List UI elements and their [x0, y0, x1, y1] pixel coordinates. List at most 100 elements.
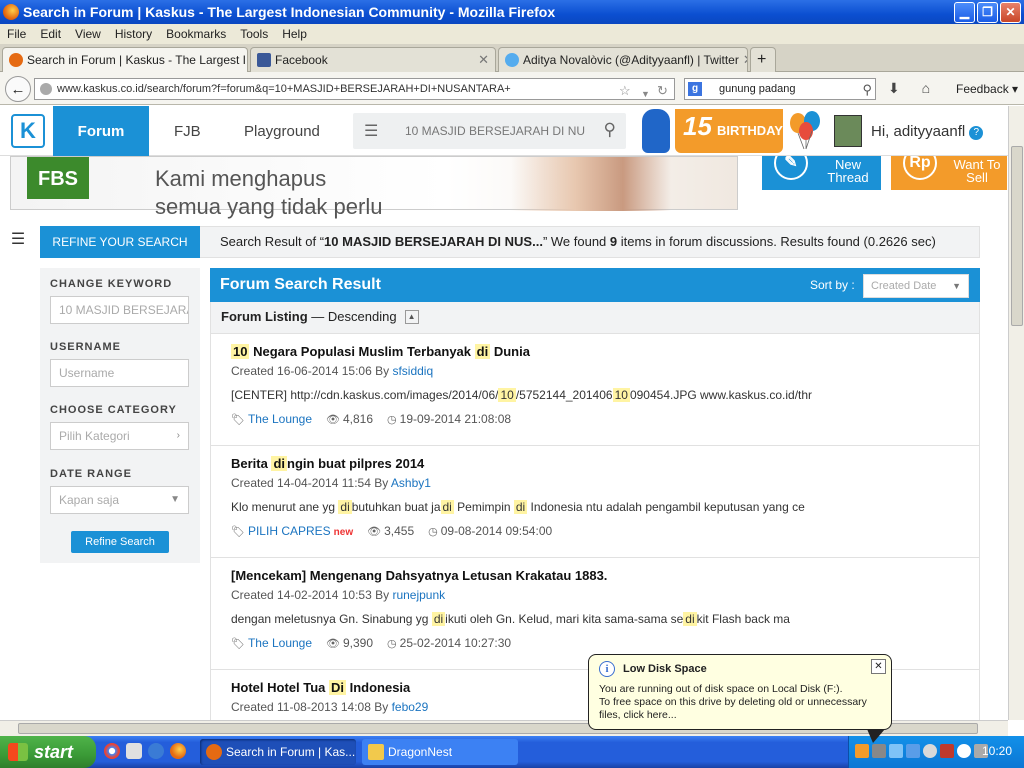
new-tab-button[interactable]: +	[750, 47, 776, 72]
text-part: kit Flash back ma	[696, 612, 790, 626]
tab-kaskus[interactable]: Search in Forum | Kaskus - The Largest I…	[2, 47, 248, 72]
tray-disk-icon[interactable]	[872, 744, 886, 758]
list-icon[interactable]: ☰	[364, 121, 378, 141]
menu-bookmarks[interactable]: Bookmarks	[159, 27, 233, 41]
url-bar[interactable]: www.kaskus.co.id/search/forum?f=forum&q=…	[34, 78, 675, 100]
task-dragonnest[interactable]: DragonNest	[362, 739, 518, 765]
text-part: ngin buat pilpres 2014	[287, 456, 425, 471]
history-dropdown-icon[interactable]: ▼	[641, 84, 650, 104]
minimize-button[interactable]: ▁	[954, 1, 975, 23]
date-range-label: DATE RANGE	[50, 468, 132, 480]
date-range-select[interactable]: Kapan saja ▼	[50, 486, 189, 514]
home-icon[interactable]: ⌂	[922, 80, 930, 96]
vertical-scrollbar[interactable]	[1008, 106, 1024, 720]
view-count: 👁 3,455	[367, 524, 414, 538]
nav-fjb[interactable]: FJB	[174, 106, 201, 156]
result-title[interactable]: Berita di ngin buat pilpres 2014	[231, 456, 979, 475]
username-input[interactable]: Username	[50, 359, 189, 387]
want-to-sell-button[interactable]: Rp Want To Sell	[891, 146, 1007, 190]
menu-edit[interactable]: Edit	[33, 27, 68, 41]
search-icon[interactable]: ⚲	[604, 120, 616, 140]
google-icon[interactable]: g	[688, 82, 702, 96]
firefox-icon[interactable]	[170, 743, 186, 759]
reload-icon[interactable]: ↻	[657, 81, 668, 101]
low-disk-notification[interactable]: i Low Disk Space ✕ You are running out o…	[588, 654, 892, 743]
chrome-icon[interactable]	[104, 743, 120, 759]
result-meta: Created 14-02-2014 10:53 By runejpunk	[231, 588, 979, 604]
refine-search-button[interactable]: Refine Search	[71, 531, 169, 553]
list-toggle-icon[interactable]: ☰	[4, 224, 32, 256]
restore-button[interactable]: ❐	[977, 1, 998, 23]
keyword-input[interactable]: 10 MASJID BERSEJARAH DI NUSANTARA	[50, 296, 189, 324]
site-identity-icon[interactable]	[40, 83, 52, 95]
birthday-badge[interactable]: 15 BIRTHDAY	[675, 109, 783, 153]
search-icon[interactable]: ⚲	[862, 80, 872, 100]
author-link[interactable]: runejpunk	[392, 588, 445, 602]
back-button[interactable]: ←	[5, 76, 31, 102]
collapse-icon[interactable]: ▲	[404, 310, 419, 324]
text-part: dengan meletusnya Gn. Sinabung yg	[231, 612, 432, 626]
notification-line2[interactable]: To free space on this drive by deleting …	[599, 696, 887, 722]
info-icon: i	[599, 661, 615, 677]
web-search-box[interactable]: g gunung padang ⚲	[684, 78, 876, 100]
highlight: Di	[328, 680, 346, 695]
nav-playground[interactable]: Playground	[244, 106, 320, 156]
menu-help[interactable]: Help	[275, 27, 314, 41]
view-count-value: 3,455	[384, 524, 415, 538]
tray-monitor-icon[interactable]	[906, 744, 920, 758]
page-content: K Forum FJB Playground ☰ 10 MASJID BERSE…	[0, 106, 1008, 720]
url-text: www.kaskus.co.id/search/forum?f=forum&q=…	[57, 83, 511, 95]
tray-panda-icon[interactable]	[957, 744, 971, 758]
author-link[interactable]: febo29	[392, 700, 429, 714]
menu-history[interactable]: History	[108, 27, 159, 41]
category-link[interactable]: The Lounge	[248, 636, 312, 650]
menu-file[interactable]: File	[0, 27, 33, 41]
refine-search-tab[interactable]: REFINE YOUR SEARCH	[40, 226, 200, 258]
eye-icon: 👁	[367, 526, 382, 538]
text-part: ikuti oleh Gn. Kelud, mari kita sama-sam…	[445, 612, 684, 626]
tray-network-icon[interactable]	[889, 744, 903, 758]
last-post-value: 09-08-2014 09:54:00	[440, 524, 553, 538]
user-greeting[interactable]: Hi, adityyaanfl?	[871, 123, 984, 140]
bookmark-star-icon[interactable]: ☆	[619, 81, 631, 101]
kaskus-logo[interactable]: K	[11, 114, 45, 148]
highlight: 10	[231, 344, 250, 359]
start-button[interactable]: start	[0, 736, 96, 768]
close-button[interactable]: ✕	[1000, 1, 1021, 23]
site-search-input[interactable]: 10 MASJID BERSEJARAH DI NUSANTARA	[405, 124, 585, 138]
notification-line1: You are running out of disk space on Loc…	[599, 683, 843, 695]
highlight: di	[271, 456, 288, 471]
category-select[interactable]: Pilih Kategori ›	[50, 422, 189, 450]
help-icon[interactable]: ?	[969, 126, 984, 140]
category-link[interactable]: The Lounge	[248, 412, 312, 426]
ie-icon[interactable]	[148, 743, 164, 759]
tab-twitter[interactable]: Aditya Novalòvic (@Adityyaanfl) | Twitte…	[498, 47, 748, 72]
close-icon[interactable]: ✕	[871, 659, 886, 674]
ad-banner[interactable]: FBS Kami menghapus semua yang tidak perl…	[10, 156, 738, 219]
feedback-button[interactable]: Feedback ▾	[956, 82, 1018, 96]
scrollbar-thumb[interactable]	[1011, 146, 1023, 326]
menu-tools[interactable]: Tools	[233, 27, 275, 41]
result-title[interactable]: 10 Negara Populasi Muslim Terbanyak di D…	[231, 344, 979, 363]
tray-app-icon[interactable]	[855, 744, 869, 758]
author-link[interactable]: Ashby1	[391, 476, 431, 490]
tab-close-icon[interactable]: ✕	[474, 52, 489, 68]
result-title[interactable]: [Mencekam] Mengenang Dahsyatnya Letusan …	[231, 568, 979, 587]
author-link[interactable]: sfsiddiq	[392, 364, 433, 378]
tray-security-icon[interactable]	[940, 744, 954, 758]
task-firefox[interactable]: Search in Forum | Kas...	[200, 739, 356, 765]
tray-messenger-icon[interactable]	[923, 744, 937, 758]
menu-view[interactable]: View	[68, 27, 108, 41]
new-thread-button[interactable]: ✎ New Thread	[762, 146, 881, 190]
tab-label: Search in Forum | Kaskus - The Largest I…	[27, 53, 248, 67]
category-link[interactable]: PILIH CAPRES	[248, 524, 331, 538]
tab-close-icon[interactable]: ✕	[739, 52, 747, 68]
nav-forum[interactable]: Forum	[53, 106, 149, 156]
downloads-icon[interactable]: ⬇	[888, 80, 900, 96]
avatar[interactable]	[834, 115, 862, 147]
tab-facebook[interactable]: Facebook ✕	[250, 47, 496, 72]
highlight: di	[683, 612, 697, 626]
sort-select[interactable]: Created Date ▼	[863, 274, 969, 298]
explorer-icon[interactable]	[126, 743, 142, 759]
highlight: 10	[498, 388, 516, 402]
